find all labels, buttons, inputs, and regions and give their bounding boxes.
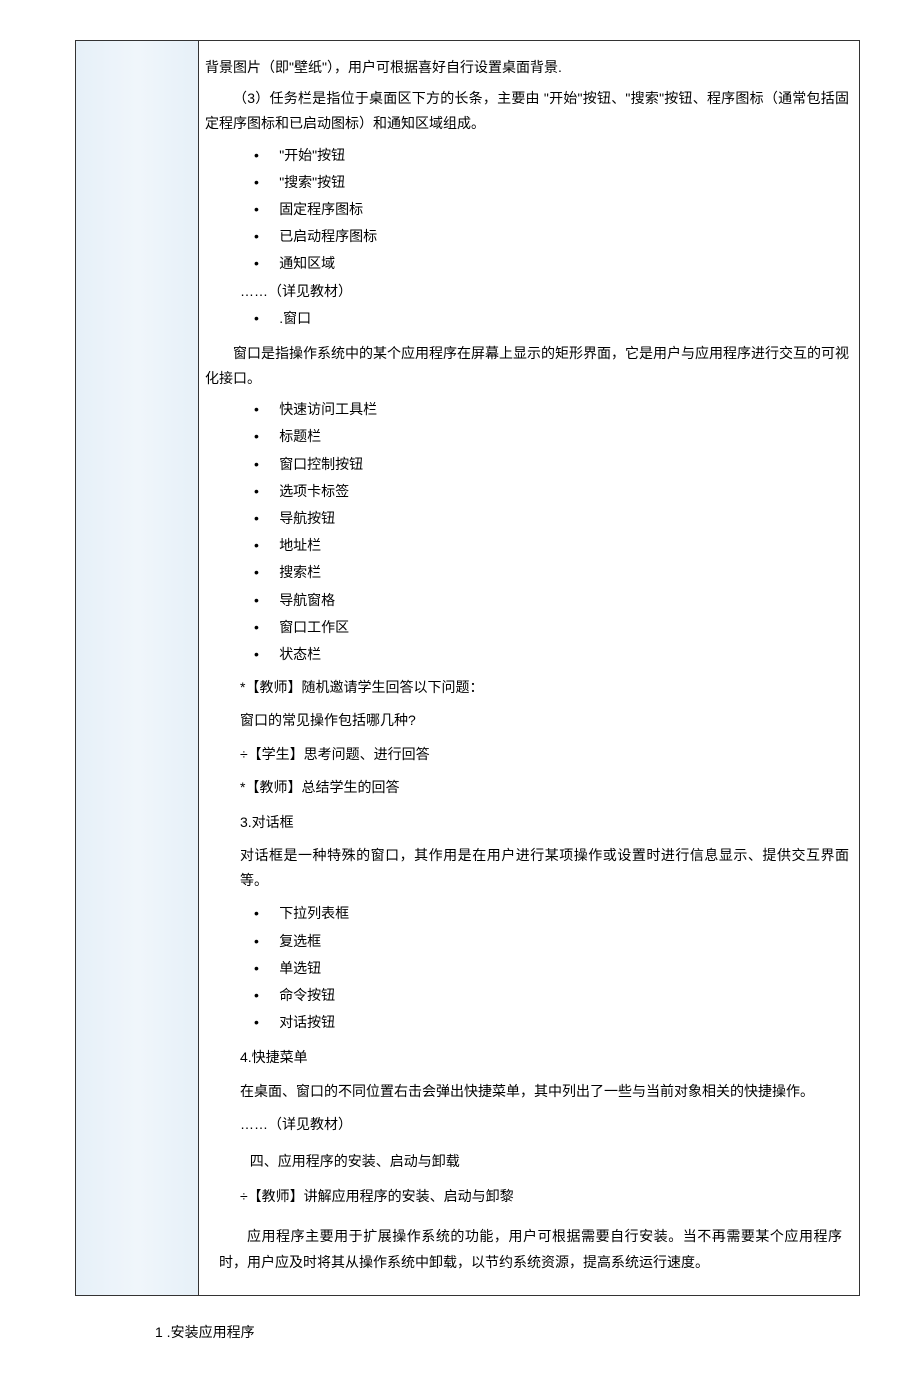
list1-item: 通知区域 — [254, 251, 849, 276]
list1-item: "搜索"按钮 — [254, 170, 849, 195]
section4-para: 应用程序主要用于扩展操作系统的功能，用户可根据需要自行安装。当不再需要某个应用程… — [219, 1224, 842, 1274]
question-text: 窗口的常见操作包括哪几种? — [240, 708, 849, 733]
list1-item: 已启动程序图标 — [254, 224, 849, 249]
teacher-summary: *【教师】总结学生的回答 — [240, 775, 849, 800]
teacher-text: ÷【教师】讲解应用程序的安装、启动与卸 — [240, 1188, 500, 1204]
taskbar-text: （3）任务栏是指位于桌面区下方的长条，主要由 "开始"按钮、"搜索"按钮、程序图… — [205, 86, 849, 136]
list2-item: 导航按钮 — [254, 506, 849, 531]
teacher-prompt-1: *【教师】随机邀请学生回答以下问题： — [240, 675, 849, 700]
section4-heading: 四、应用程序的安装、启动与卸载 — [250, 1149, 849, 1174]
dialog-item: 命令按钮 — [254, 983, 849, 1008]
menu-ellipsis: ……（详见教材） — [240, 1112, 849, 1137]
list1-item: "开始"按钮 — [254, 143, 849, 168]
ellipsis-1: ……（详见教材） — [240, 279, 849, 304]
list2-item: 选项卡标签 — [254, 479, 849, 504]
menu-heading: 4.快捷菜单 — [240, 1045, 849, 1070]
content-table: 背景图片（即"壁纸"），用户可根据喜好自行设置桌面背景. （3）任务栏是指位于桌… — [75, 40, 860, 1296]
dialog-heading: 3.对话框 — [240, 810, 849, 835]
dialog-item: 复选框 — [254, 929, 849, 954]
list2-item: 搜索栏 — [254, 560, 849, 585]
window-bullet: .窗口 — [254, 306, 849, 331]
dialog-item: 单选钮 — [254, 956, 849, 981]
menu-desc: 在桌面、窗口的不同位置右击会弹出快捷菜单，其中列出了一些与当前对象相关的快捷操作… — [240, 1079, 849, 1104]
list2-item: 地址栏 — [254, 533, 849, 558]
window-desc: 窗口是指操作系统中的某个应用程序在屏幕上显示的矩形界面，它是用户与应用程序进行交… — [205, 341, 849, 391]
list2-item: 快速访问工具栏 — [254, 397, 849, 422]
section4-teacher: ÷【教师】讲解应用程序的安装、启动与卸黎 — [240, 1184, 849, 1210]
list1-item: 固定程序图标 — [254, 197, 849, 222]
list2-item: 标题栏 — [254, 424, 849, 449]
student-action: ÷【学生】思考问题、进行回答 — [240, 742, 849, 767]
footer-text: 1 .安装应用程序 — [155, 1320, 920, 1345]
list2-item: 状态栏 — [254, 642, 849, 667]
teacher-suffix: 黎 — [500, 1190, 514, 1205]
dialog-desc: 对话框是一种特殊的窗口，其作用是在用户进行某项操作或设置时进行信息显示、提供交互… — [240, 843, 849, 893]
left-column — [76, 41, 199, 1296]
list2-item: 导航窗格 — [254, 588, 849, 613]
dialog-item: 下拉列表框 — [254, 901, 849, 926]
list2-item: 窗口工作区 — [254, 615, 849, 640]
bg-image-text: 背景图片（即"壁纸"），用户可根据喜好自行设置桌面背景. — [205, 55, 849, 80]
dialog-item: 对话按钮 — [254, 1010, 849, 1035]
right-column: 背景图片（即"壁纸"），用户可根据喜好自行设置桌面背景. （3）任务栏是指位于桌… — [199, 41, 860, 1296]
list2-item: 窗口控制按钮 — [254, 452, 849, 477]
